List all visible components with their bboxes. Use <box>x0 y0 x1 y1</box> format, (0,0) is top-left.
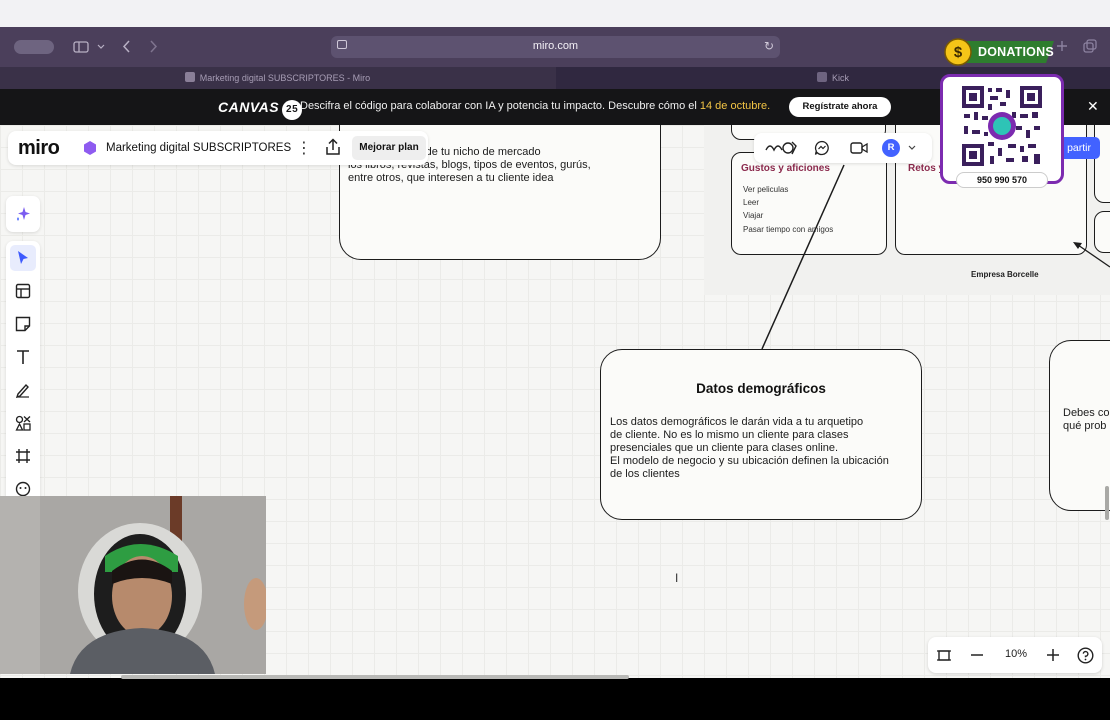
templates-icon[interactable] <box>10 278 36 304</box>
canvas-logo-text: CANVAS <box>218 99 280 115</box>
vertical-scrollbar[interactable] <box>1105 486 1109 520</box>
help-icon[interactable] <box>1077 647 1094 664</box>
address-bar[interactable]: miro.com ↻ <box>331 36 780 58</box>
chevron-down-icon[interactable] <box>908 145 916 151</box>
tools-box <box>6 241 40 503</box>
board-icon <box>84 141 96 155</box>
canvas-logo: CANVAS 25 <box>218 99 303 120</box>
reactions-icon[interactable] <box>764 140 798 156</box>
chat-icon[interactable] <box>814 140 830 156</box>
close-icon[interactable]: ✕ <box>1087 98 1099 115</box>
frame-tool-icon[interactable] <box>10 443 36 469</box>
forward-icon[interactable] <box>149 40 158 53</box>
miro-favicon-icon <box>184 72 195 82</box>
card-title: Datos demográficos <box>696 381 826 396</box>
user-avatar[interactable]: R <box>882 139 900 157</box>
macos-menu-bar <box>0 0 1110 27</box>
card-right-partial[interactable]: Debes co qué prob <box>1049 340 1110 511</box>
tab-miro[interactable]: Marketing digital SUBSCRIPTORES - Miro <box>0 67 555 89</box>
kick-favicon-icon <box>816 72 827 82</box>
export-icon[interactable] <box>325 138 341 156</box>
upgrade-plan-button[interactable]: Mejorar plan <box>352 136 426 160</box>
card-body-text: Los datos demográficos le darán vida a t… <box>610 416 889 480</box>
fit-to-screen-icon[interactable] <box>936 648 952 663</box>
tab-label: Kick <box>831 73 849 83</box>
reload-icon[interactable]: ↻ <box>764 39 774 53</box>
webcam-overlay <box>0 496 266 674</box>
text-cursor-icon: I <box>675 571 679 585</box>
miro-logo[interactable]: miro <box>18 137 60 160</box>
svg-text:$: $ <box>954 44 963 61</box>
select-tool-icon[interactable] <box>10 245 36 271</box>
text-tool-icon[interactable] <box>10 344 36 370</box>
promo-message-text: Descifra el código para colaborar con IA… <box>300 100 700 112</box>
promo-date: 14 de octubre. <box>699 100 771 112</box>
qr-code-icon <box>962 86 1042 166</box>
chevron-down-icon[interactable] <box>97 44 105 50</box>
promo-message: Descifra el código para colaborar con IA… <box>300 100 770 112</box>
card-datos-demograficos[interactable]: Datos demográficos Los datos demográfico… <box>600 349 922 520</box>
tab-overview-icon[interactable] <box>1083 39 1097 53</box>
card-right-text: Debes co qué prob <box>1063 407 1110 432</box>
register-button[interactable]: Regístrate ahora <box>789 97 891 117</box>
streamer-video-feed <box>0 496 266 674</box>
sticky-note-icon[interactable] <box>10 311 36 337</box>
video-call-icon[interactable] <box>850 141 868 155</box>
profile-pill[interactable] <box>14 40 54 54</box>
ai-sparkle-icon[interactable] <box>10 201 36 227</box>
horizontal-scrollbar[interactable] <box>121 675 629 679</box>
qr-card <box>940 74 1064 184</box>
zoom-in-icon[interactable] <box>1047 649 1059 661</box>
url-text: miro.com <box>532 40 579 52</box>
sidebar-toggle-icon[interactable] <box>73 41 89 53</box>
left-toolbar <box>6 193 40 503</box>
ai-tool-box <box>6 196 40 232</box>
more-options-icon[interactable]: ⋮ <box>296 138 312 158</box>
board-name[interactable]: Marketing digital SUBSCRIPTORES <box>106 142 291 154</box>
zoom-controls: 10% <box>928 637 1102 673</box>
collaboration-bar: R <box>754 133 932 163</box>
donation-overlay: $ DONATIONS 950 990 570 <box>940 38 1070 198</box>
zoom-out-icon[interactable] <box>971 654 983 656</box>
back-icon[interactable] <box>122 40 131 53</box>
shapes-tool-icon[interactable] <box>10 410 36 436</box>
pen-tool-icon[interactable] <box>10 377 36 403</box>
tab-label: Marketing digital SUBSCRIPTORES - Miro <box>199 73 371 83</box>
donations-label: DONATIONS <box>978 45 1054 59</box>
phone-number: 950 990 570 <box>956 172 1048 188</box>
zoom-level[interactable]: 10% <box>1005 648 1027 660</box>
board-header: miro Marketing digital SUBSCRIPTORES ⋮ M… <box>8 131 428 165</box>
